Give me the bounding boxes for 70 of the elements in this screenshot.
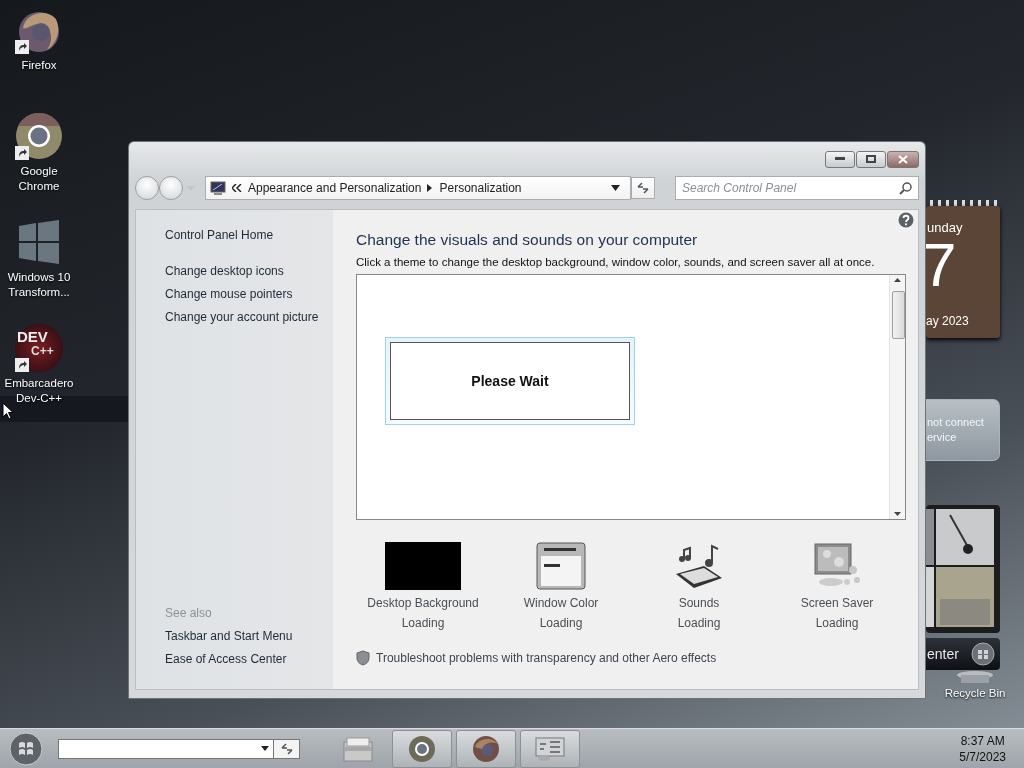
double-chevron-icon [232,184,242,192]
address-bar[interactable]: Appearance and Personalization Personalization [205,176,631,200]
troubleshoot-link[interactable]: Troubleshoot problems with transparency and other Aero effects [376,651,717,665]
keyboard-notes-icon [674,544,724,590]
personalization-setting[interactable]: Window Color Loading [492,540,630,630]
logo-text: C++ [31,344,54,358]
month-year-text: ay 2023 [926,314,969,328]
forward-button[interactable] [159,176,183,200]
sidebar-link[interactable]: Change your account picture [165,306,333,329]
maximize-button[interactable] [856,150,886,168]
search-icon [899,181,913,195]
chrome-icon [408,734,436,763]
desktop-shortcut[interactable]: Firefox [0,4,78,110]
please-wait-text: Please Wait [390,342,630,420]
refresh-button[interactable] [631,177,655,199]
back-button[interactable] [135,176,159,200]
chrome-icon [15,112,63,160]
desktop-icon-label[interactable]: Recycle Bin [936,686,1014,701]
dropdown-arrow-icon[interactable] [611,185,620,191]
taskbar-button[interactable] [456,729,516,768]
start-button[interactable] [8,730,44,767]
close-icon [898,154,908,164]
page-heading: Change the visuals and sounds on your computer [356,230,699,250]
sidebar-link[interactable]: Ease of Access Center [165,648,333,671]
taskbar-button[interactable] [392,729,452,768]
go-button[interactable] [274,738,300,759]
desktop-shortcut[interactable]: Windows 10 Transform... [0,216,78,322]
taskbar-button[interactable] [520,729,580,768]
monitor-icon [210,180,226,196]
minimize-button[interactable] [825,150,855,168]
gadget-message: not connect [927,415,985,430]
desktop-shortcut[interactable]: Google Chrome [0,110,78,216]
breadcrumb-item[interactable]: Appearance and Personalization [248,181,422,195]
folder-icon [343,735,373,762]
personalization-setting[interactable]: Desktop Background Loading [354,540,492,630]
control-panel-icon [534,735,566,762]
personalization-setting[interactable]: Screen Saver Loading [768,540,906,630]
gadget-label: enter [927,646,959,662]
breadcrumb-item[interactable]: Personalization [439,181,522,195]
scroll-thumb[interactable] [892,291,905,339]
logo-text: DEV [17,330,48,344]
search-field[interactable]: Search Control Panel [675,176,919,200]
window-color-icon [536,542,586,590]
breadcrumb-arrow-icon [427,184,434,192]
sidebar-link[interactable]: Control Panel Home [165,224,333,247]
clock[interactable]: 8:37 AM 5/7/2023 [959,732,1006,765]
dropdown-arrow-icon [261,746,269,751]
page-description: Click a theme to change the desktop background, window color, sounds, and screen saver all at once. [356,256,876,268]
minimize-icon [835,157,845,161]
address-field[interactable] [58,738,274,759]
refresh-icon [636,182,650,194]
windows-orb-icon [970,642,995,666]
restore-icon [866,155,876,163]
help-icon[interactable] [898,212,914,228]
media-center-gadget[interactable]: enter [926,638,1000,670]
scroll-up-arrow-icon [894,278,901,282]
close-button[interactable] [887,150,919,168]
scrollbar[interactable] [889,275,905,519]
personalization-setting[interactable]: Sounds Loading [630,540,768,630]
scroll-down-arrow-icon [894,512,901,516]
sidebar-link[interactable]: Change mouse pointers [165,283,333,306]
gadget-message: ervice [927,430,958,445]
firefox-icon [472,734,500,763]
mouse-cursor-icon [2,402,14,420]
recycle-bin-icon [955,670,995,684]
see-also-heading: See also [165,605,213,622]
sidebar-link[interactable]: Change desktop icons [165,260,333,283]
shield-icon [356,650,370,666]
refresh-icon [279,742,294,755]
sidebar-link[interactable]: Taskbar and Start Menu [165,625,333,648]
